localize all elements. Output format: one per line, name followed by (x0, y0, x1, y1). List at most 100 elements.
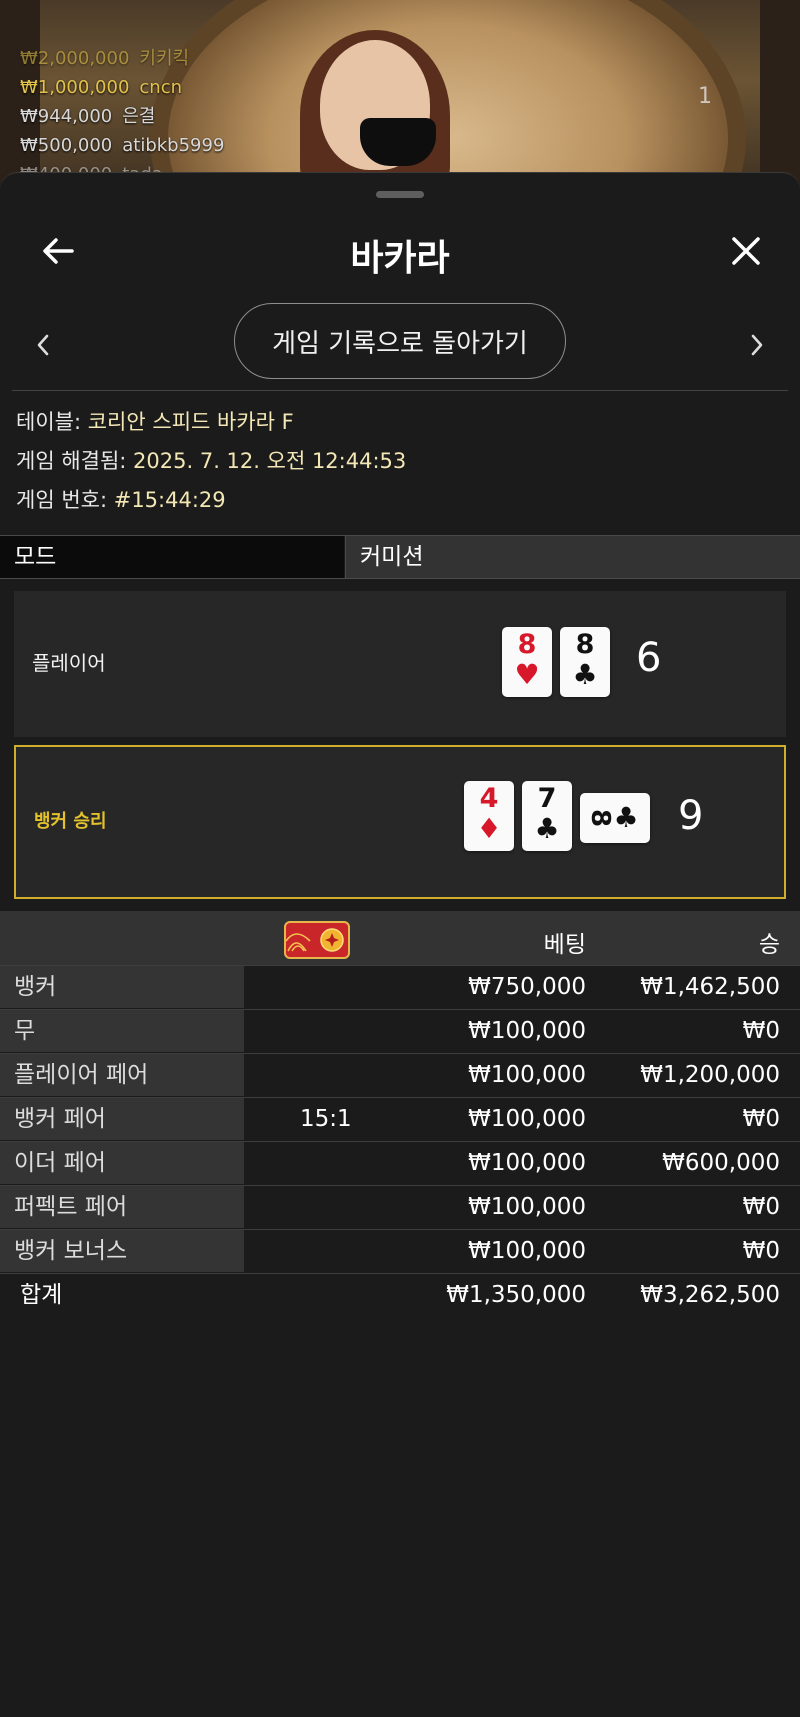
bet-win-cell: ₩1,462,500 (640, 974, 780, 1000)
golden-wealth-badge-icon (284, 921, 350, 959)
bet-bet-cell: ₩100,000 (468, 1106, 586, 1132)
total-bet: ₩1,350,000 (446, 1282, 586, 1308)
player-total: 6 (636, 635, 662, 681)
playing-card: 7 ♣ (522, 781, 572, 851)
game-navigation: 게임 기록으로 돌아가기 (0, 303, 800, 383)
table-row: 이더 페어 ₩100,000 ₩600,000 (0, 1141, 800, 1185)
bet-name-cell: 뱅커 보너스 (0, 1230, 244, 1272)
resolved-value: 2025. 7. 12. 오전 12:44:53 (133, 449, 407, 473)
playing-card: 8 ♥ (502, 627, 552, 697)
leaderboard-name: 은결 (122, 106, 156, 127)
table-row: 뱅커 보너스 ₩100,000 ₩0 (0, 1229, 800, 1273)
sheet-drag-handle[interactable] (376, 191, 424, 198)
playing-card: 4 ♦ (464, 781, 514, 851)
leaderboard-name: cncn (139, 77, 183, 98)
divider (12, 390, 788, 391)
mode-label: 모드 (0, 536, 344, 578)
leaderboard-amount: ₩1,000,000 (20, 77, 130, 98)
winners-leaderboard: ₩2,000,000 키키킥 ₩1,000,000 cncn ₩944,000 은결 ₩50… (20, 44, 224, 189)
resolved-label: 게임 해결됨: (16, 449, 127, 473)
bet-bet-cell: ₩100,000 (468, 1150, 586, 1176)
decorative-pillar (760, 0, 800, 200)
bet-win-cell: ₩0 (742, 1018, 780, 1044)
bet-win-cell: ₩600,000 (662, 1150, 780, 1176)
card-rank: 8 (517, 629, 537, 660)
table-row: 무 ₩100,000 ₩0 (0, 1009, 800, 1053)
win-column-header: 승 (758, 932, 780, 958)
bet-name-cell: 무 (0, 1010, 244, 1052)
game-number-row: 게임 번호: #15:44:29 (16, 481, 406, 520)
table-row: 플레이어 페어 ₩100,000 ₩1,200,000 (0, 1053, 800, 1097)
player-hand: 플레이어 8 ♥ 8 ♣ 6 (14, 591, 786, 737)
bets-table: 베팅 승 뱅커 ₩750,000 ₩1,462,500 무 ₩100,000 ₩0 플레이어… (0, 911, 800, 1317)
card-suit-icon: ♣ (572, 658, 598, 691)
table-row: 뱅커 페어 15:1 ₩100,000 ₩0 (0, 1097, 800, 1141)
table-row: 뱅커 ₩750,000 ₩1,462,500 (0, 965, 800, 1009)
bets-table-header: 베팅 승 (0, 911, 800, 965)
live-video-background: 1 ₩2,000,000 키키킥 ₩1,000,000 cncn ₩944,000 은결 ₩… (0, 0, 800, 200)
table-value: 코리안 스피드 바카라 F (87, 410, 294, 434)
game-history-sheet: 바카라 게임 기록으로 돌아가기 테이블: 코리안 스피드 바카라 F 게임 해… (0, 172, 800, 1717)
banker-hand: 뱅커 승리 4 ♦ 7 ♣ 8 ♣ 9 (14, 745, 786, 899)
bet-win-cell: ₩0 (742, 1106, 780, 1132)
leaderboard-name: atibkb5999 (122, 135, 225, 156)
return-to-history-button[interactable]: 게임 기록으로 돌아가기 (234, 303, 566, 379)
resolved-info-row: 게임 해결됨: 2025. 7. 12. 오전 12:44:53 (16, 442, 406, 481)
bet-payout-cell: 15:1 (300, 1106, 352, 1132)
game-number-value: #15:44:29 (113, 488, 226, 512)
bet-win-cell: ₩0 (742, 1238, 780, 1264)
bet-name-cell: 뱅커 (0, 966, 244, 1008)
page-title: 바카라 (350, 238, 450, 279)
card-rank: 8 (575, 629, 595, 660)
card-suit-icon: ♣ (613, 801, 639, 834)
leaderboard-row: ₩500,000 atibkb5999 (20, 131, 224, 160)
card-suit-icon: ♣ (534, 812, 560, 845)
card-rank: 7 (537, 783, 557, 814)
bet-bet-cell: ₩100,000 (468, 1062, 586, 1088)
total-win: ₩3,262,500 (640, 1282, 780, 1308)
card-rank: 4 (479, 783, 499, 814)
table-label: 테이블: (16, 410, 82, 434)
chevron-left-icon (37, 334, 49, 356)
game-info: 테이블: 코리안 스피드 바카라 F 게임 해결됨: 2025. 7. 12. … (16, 403, 406, 520)
leaderboard-row: ₩1,000,000 cncn (20, 73, 224, 102)
total-label: 합계 (20, 1282, 63, 1308)
leaderboard-amount: ₩500,000 (20, 135, 113, 156)
banker-result-label: 뱅커 승리 (34, 811, 107, 832)
bet-bet-cell: ₩100,000 (468, 1238, 586, 1264)
mode-value: 커미션 (345, 536, 800, 578)
next-game-button[interactable] (746, 331, 768, 359)
bet-bet-cell: ₩100,000 (468, 1018, 586, 1044)
leaderboard-amount: ₩2,000,000 (20, 48, 130, 69)
video-counter: 1 (698, 84, 712, 109)
game-number-label: 게임 번호: (16, 488, 108, 512)
card-suit-icon: ♦ (476, 812, 502, 845)
leaderboard-row: ₩944,000 은결 (20, 102, 224, 131)
bet-bet-cell: ₩750,000 (468, 974, 586, 1000)
card-rank: 8 (585, 808, 616, 828)
previous-game-button[interactable] (32, 331, 54, 359)
dealer-mask (360, 118, 436, 166)
bet-column-header: 베팅 (543, 932, 586, 958)
chevron-right-icon (751, 334, 763, 356)
leaderboard-amount: ₩944,000 (20, 106, 113, 127)
bet-name-cell: 퍼펙트 페어 (0, 1186, 244, 1228)
bet-name-cell: 이더 페어 (0, 1142, 244, 1184)
playing-card: 8 ♣ (580, 793, 650, 843)
mode-bar: 모드 커미션 (0, 535, 800, 579)
table-row: 퍼펙트 페어 ₩100,000 ₩0 (0, 1185, 800, 1229)
bets-total-row: 합계 ₩1,350,000 ₩3,262,500 (0, 1273, 800, 1317)
bet-name-cell: 뱅커 페어 (0, 1098, 244, 1140)
sheet-header: 바카라 (0, 213, 800, 293)
table-info-row: 테이블: 코리안 스피드 바카라 F (16, 403, 406, 442)
banker-total: 9 (678, 793, 704, 839)
bet-bet-cell: ₩100,000 (468, 1194, 586, 1220)
leaderboard-name: 키키킥 (139, 48, 190, 69)
bet-win-cell: ₩1,200,000 (640, 1062, 780, 1088)
close-button[interactable] (726, 231, 766, 271)
bet-win-cell: ₩0 (742, 1194, 780, 1220)
card-suit-icon: ♥ (514, 658, 540, 691)
leaderboard-row: ₩2,000,000 키키킥 (20, 44, 224, 73)
player-hand-label: 플레이어 (32, 651, 106, 675)
bet-name-cell: 플레이어 페어 (0, 1054, 244, 1096)
